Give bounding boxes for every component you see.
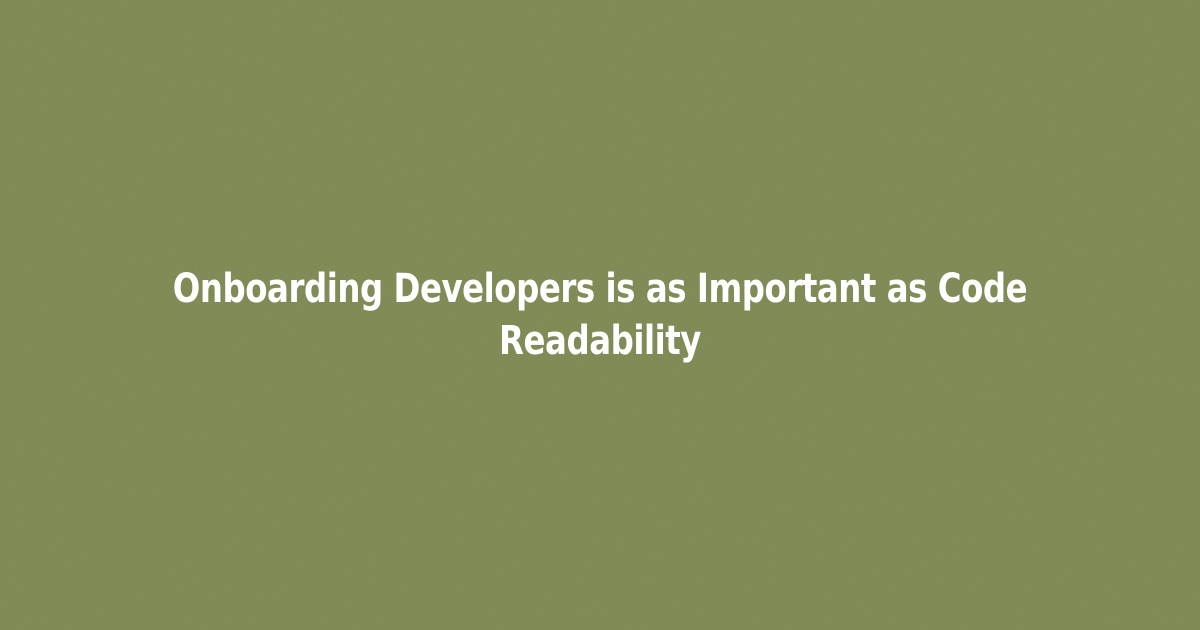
title-card: Onboarding Developers is as Important as… bbox=[0, 0, 1200, 630]
page-title: Onboarding Developers is as Important as… bbox=[172, 266, 1028, 364]
